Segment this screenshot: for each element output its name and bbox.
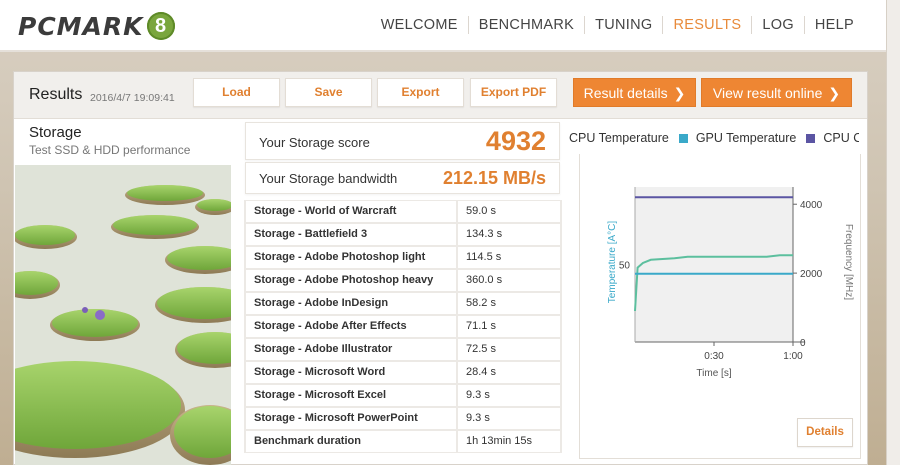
plot-background — [635, 187, 793, 342]
view-online-label: View result online — [712, 85, 823, 101]
results-header: Results 2016/4/7 19:09:41 Load Save Expo… — [14, 72, 867, 119]
test-name-cell: Storage - Adobe After Effects — [246, 316, 456, 337]
page-title: Results — [29, 86, 83, 103]
table-row: Storage - Adobe Photoshop heavy 360.0 s — [245, 269, 561, 292]
gpu-temp-swatch — [678, 133, 688, 143]
export-pdf-button[interactable]: Export PDF — [470, 78, 557, 107]
test-value-cell: 134.3 s — [458, 224, 560, 245]
table-row: Storage - Microsoft Word 28.4 s — [245, 361, 561, 384]
monitoring-graph-area: 4000 2000 0 50 0:30 1:00 Temperature [A°C] Fr… — [579, 154, 861, 459]
storage-bandwidth-value: 212.15 MB/s — [442, 168, 546, 188]
table-row: Storage - Adobe After Effects 71.1 s — [245, 315, 561, 338]
test-subtitle: Test SSD & HDD performance — [29, 143, 191, 157]
table-row: Storage - Battlefield 3 134.3 s — [245, 223, 561, 246]
chart-legend: CPU Temperature GPU Temperature CPU Cl — [569, 131, 859, 145]
lily-pads-image — [15, 165, 231, 465]
y-left-label: Temperature [A°C] — [607, 221, 618, 304]
load-button[interactable]: Load — [193, 78, 280, 107]
x-tick-label: 0:30 — [704, 351, 724, 362]
table-row: Storage - Adobe InDesign 58.2 s — [245, 292, 561, 315]
cpu-clock-swatch — [806, 133, 816, 143]
test-name-cell: Benchmark duration — [246, 431, 456, 452]
table-row: Storage - Microsoft PowerPoint 9.3 s — [245, 407, 561, 430]
save-button[interactable]: Save — [285, 78, 372, 107]
result-details-label: Result details — [583, 85, 668, 101]
test-name-cell: Storage - Battlefield 3 — [246, 224, 456, 245]
test-name-cell: Storage - Adobe Illustrator — [246, 339, 456, 360]
top-bar: PCMARK 8 WELCOME BENCHMARK TUNING RESULT… — [0, 0, 886, 52]
test-name-cell: Storage - Adobe Photoshop light — [246, 247, 456, 268]
window-scrollbar[interactable] — [886, 0, 900, 465]
monitoring-chart: 4000 2000 0 50 0:30 1:00 Temperature [A°C] Fr… — [607, 187, 854, 379]
pcmark-logo: PCMARK 8 — [18, 9, 175, 43]
main-nav: WELCOME BENCHMARK TUNING RESULTS LOG HEL… — [371, 0, 864, 50]
nav-benchmark[interactable]: BENCHMARK — [469, 16, 586, 34]
chevron-right-icon: ❯ — [828, 85, 841, 101]
y-right-label: Frequency [MHz] — [843, 224, 854, 300]
legend-cpu-clock[interactable]: CPU Cl — [806, 131, 859, 145]
y-right-tick-label: 0 — [800, 338, 806, 349]
test-value-cell: 1h 13min 15s — [458, 431, 560, 452]
logo-text: PCMARK — [18, 11, 144, 41]
result-date: 2016/4/7 19:09:41 — [90, 92, 175, 104]
test-name-cell: Storage - Adobe Photoshop heavy — [246, 270, 456, 291]
table-row: Benchmark duration 1h 13min 15s — [245, 430, 561, 453]
test-value-cell: 59.0 s — [458, 201, 560, 222]
test-value-cell: 360.0 s — [458, 270, 560, 291]
test-value-cell: 28.4 s — [458, 362, 560, 383]
test-name-cell: Storage - Microsoft Excel — [246, 385, 456, 406]
chevron-right-icon: ❯ — [673, 85, 686, 101]
test-value-cell: 72.5 s — [458, 339, 560, 360]
test-name-cell: Storage - Microsoft PowerPoint — [246, 408, 456, 429]
nav-help[interactable]: HELP — [805, 16, 864, 34]
export-button[interactable]: Export — [377, 78, 464, 107]
storage-score-label: Your Storage score — [259, 135, 370, 150]
test-value-cell: 9.3 s — [458, 385, 560, 406]
nav-results[interactable]: RESULTS — [663, 16, 753, 34]
results-panel: Results 2016/4/7 19:09:41 Load Save Expo… — [13, 71, 868, 465]
storage-score-value: 4932 — [485, 126, 546, 156]
y-right-tick-label: 4000 — [800, 200, 823, 211]
legend-gpu-temp[interactable]: GPU Temperature — [678, 131, 797, 145]
x-axis-label: Time [s] — [696, 368, 731, 379]
table-row: Storage - Adobe Illustrator 72.5 s — [245, 338, 561, 361]
test-value-cell: 71.1 s — [458, 316, 560, 337]
test-value-cell: 114.5 s — [458, 247, 560, 268]
nav-log[interactable]: LOG — [752, 16, 805, 34]
table-row: Storage - Microsoft Excel 9.3 s — [245, 384, 561, 407]
test-value-cell: 58.2 s — [458, 293, 560, 314]
y-left-tick-label: 50 — [619, 261, 631, 272]
table-row: Storage - Adobe Photoshop light 114.5 s — [245, 246, 561, 269]
test-name: Storage — [29, 124, 82, 141]
storage-score-box: Your Storage score 4932 — [245, 122, 560, 160]
view-online-button[interactable]: View result online ❯ — [701, 78, 852, 107]
storage-bandwidth-box: Your Storage bandwidth 212.15 MB/s — [245, 162, 560, 194]
test-heading: Storage Test SSD & HDD performance — [29, 124, 190, 157]
test-name-cell: Storage - Adobe InDesign — [246, 293, 456, 314]
logo-badge: 8 — [146, 12, 175, 40]
table-row: Storage - World of Warcraft 59.0 s — [245, 200, 561, 223]
test-name-cell: Storage - Microsoft Word — [246, 362, 456, 383]
legend-cpu-temp-label: CPU Temperature — [569, 131, 669, 145]
storage-bandwidth-label: Your Storage bandwidth — [259, 171, 398, 186]
nav-welcome[interactable]: WELCOME — [371, 16, 469, 34]
nav-tuning[interactable]: TUNING — [585, 16, 664, 34]
test-name-cell: Storage - World of Warcraft — [246, 201, 456, 222]
details-button[interactable]: Details — [797, 418, 853, 447]
test-image — [15, 165, 231, 465]
legend-cpu-temp[interactable]: CPU Temperature — [569, 131, 669, 145]
results-table: Storage - World of Warcraft 59.0 s Stora… — [244, 200, 562, 453]
result-details-button[interactable]: Result details ❯ — [573, 78, 696, 107]
test-value-cell: 9.3 s — [458, 408, 560, 429]
legend-gpu-temp-label: GPU Temperature — [695, 131, 797, 145]
y-right-tick-label: 2000 — [800, 269, 823, 280]
x-tick-label: 1:00 — [783, 351, 803, 362]
legend-cpu-clock-label: CPU Cl — [823, 131, 859, 145]
